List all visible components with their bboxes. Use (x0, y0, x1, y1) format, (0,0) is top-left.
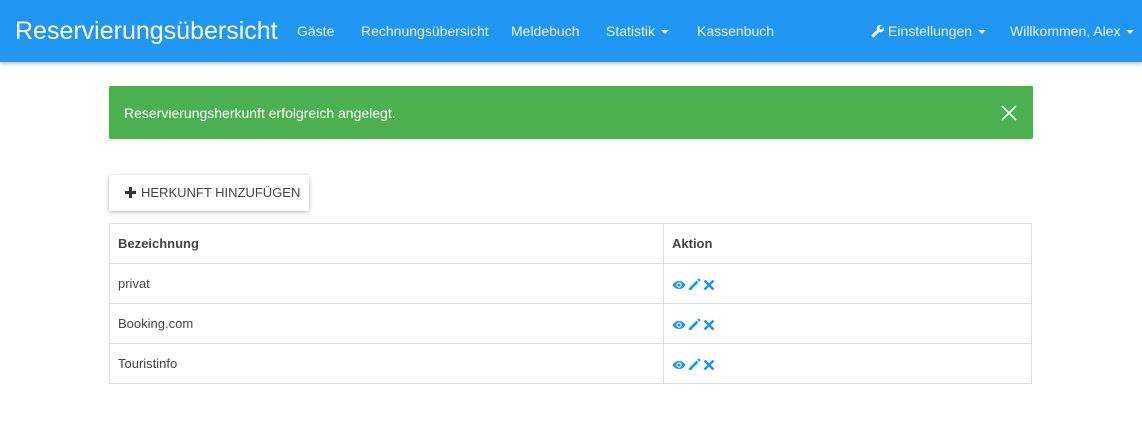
close-icon[interactable] (1001, 105, 1017, 121)
add-origin-button[interactable]: HERKUNFT HINZUFÜGEN (109, 175, 309, 211)
nav-item-statistik[interactable]: Statistik (606, 23, 670, 40)
user-menu-label: Willkommen, Alex (1010, 23, 1121, 39)
nav-item-einstellungen[interactable]: Einstellungen (871, 23, 987, 40)
nav-item-gaeste[interactable]: Gäste (297, 23, 334, 40)
pencil-icon[interactable] (688, 278, 701, 291)
row-actions (663, 343, 1032, 384)
row-actions (663, 303, 1032, 344)
pencil-icon[interactable] (688, 318, 701, 331)
wrench-icon (871, 24, 885, 38)
column-header-bezeichnung: Bezeichnung (109, 223, 664, 264)
plus-icon (125, 187, 136, 198)
success-alert: Reservierungsherkunft erfolgreich angele… (109, 86, 1033, 139)
row-name: privat (109, 263, 664, 304)
column-header-aktion: Aktion (663, 223, 1032, 264)
delete-icon[interactable] (703, 279, 715, 291)
table-row: privat (109, 263, 1032, 304)
row-actions (663, 263, 1032, 304)
nav-item-einstellungen-label: Einstellungen (888, 23, 973, 39)
caret-down-icon (978, 30, 987, 35)
table-row: Booking.com (109, 303, 1032, 344)
nav-item-rechnungsuebersicht[interactable]: Rechnungsübersicht (361, 23, 489, 40)
add-origin-button-label: HERKUNFT HINZUFÜGEN (141, 185, 301, 200)
row-name: Touristinfo (109, 343, 664, 384)
nav-item-statistik-label: Statistik (606, 23, 656, 39)
caret-down-icon (661, 30, 670, 35)
nav-item-meldebuch[interactable]: Meldebuch (511, 23, 580, 40)
eye-icon[interactable] (672, 279, 686, 291)
nav-item-kassenbuch[interactable]: Kassenbuch (697, 23, 774, 40)
table-header-row: Bezeichnung Aktion (109, 223, 1032, 264)
eye-icon[interactable] (672, 319, 686, 331)
origins-table: Bezeichnung Aktion privat Booking.com To… (109, 223, 1032, 384)
row-name: Booking.com (109, 303, 664, 344)
delete-icon[interactable] (703, 359, 715, 371)
pencil-icon[interactable] (688, 358, 701, 371)
eye-icon[interactable] (672, 359, 686, 371)
delete-icon[interactable] (703, 319, 715, 331)
nav-item-user-menu[interactable]: Willkommen, Alex (1010, 23, 1135, 40)
navbar: Reservierungsübersicht Gäste Rechnungsüb… (0, 0, 1142, 62)
alert-message: Reservierungsherkunft erfolgreich angele… (124, 105, 396, 121)
caret-down-icon (1126, 30, 1135, 35)
table-row: Touristinfo (109, 343, 1032, 384)
brand-title[interactable]: Reservierungsübersicht (15, 15, 278, 47)
